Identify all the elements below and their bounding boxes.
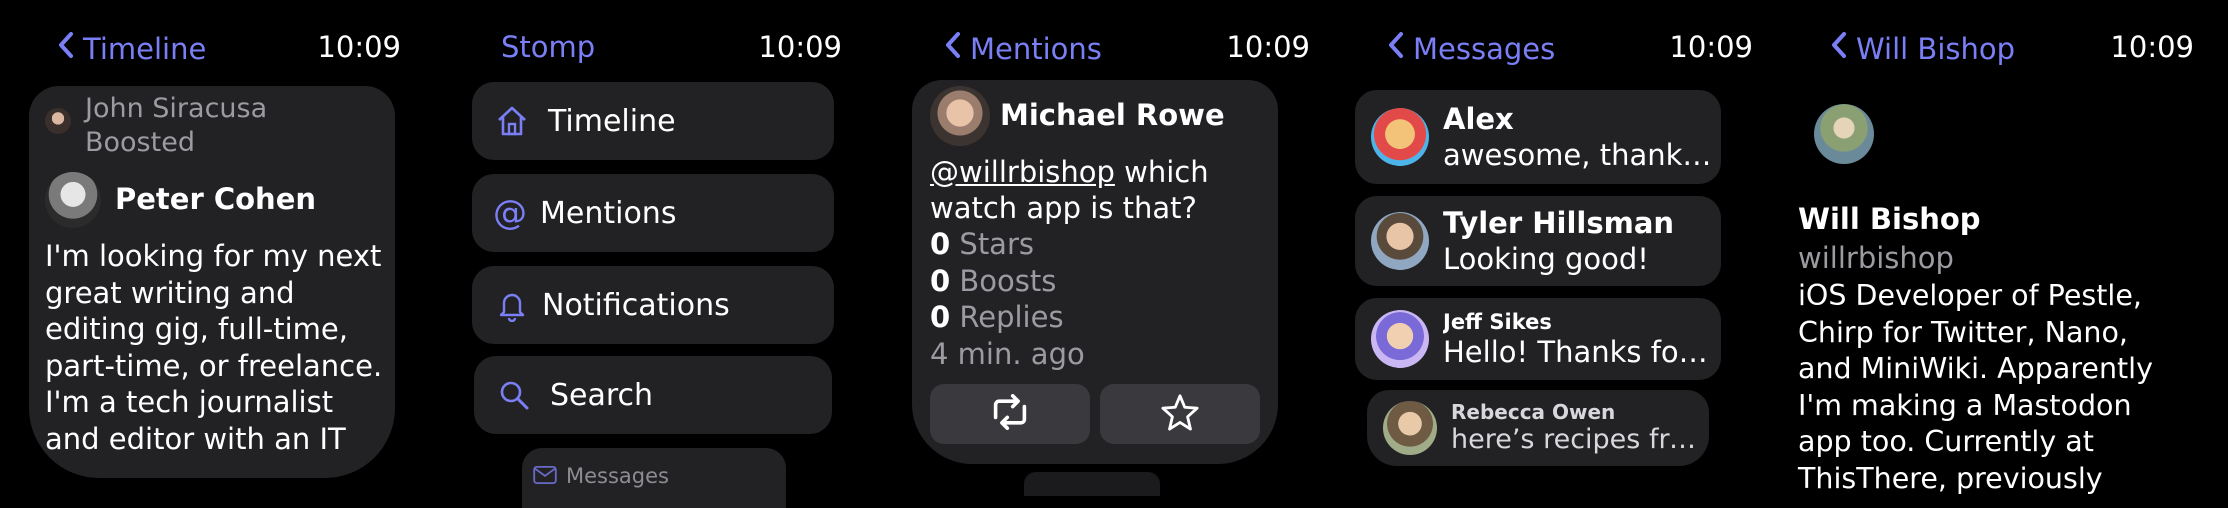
post-stats: 0 Stars 0 Boosts 0 Replies 4 min. ago [930, 226, 1085, 372]
menu-screen: Stomp 10:09 Timeline @ Mentions Notifica… [442, 0, 842, 508]
menu-item-label: Notifications [542, 287, 730, 323]
mentions-screen: Mentions 10:09 Michael Rowe @willrbishop… [912, 0, 1312, 496]
thread-name: Rebecca Owen [1451, 400, 1616, 424]
star-icon [1161, 393, 1199, 435]
status-bar: Messages 10:09 [1355, 30, 1755, 76]
status-bar: Will Bishop 10:09 [1798, 30, 2218, 76]
house-icon [490, 99, 534, 143]
display-name: Will Bishop [1798, 202, 1981, 236]
menu-item-label: Search [550, 377, 654, 413]
chevron-left-icon [942, 30, 964, 67]
clock: 10:09 [317, 30, 401, 64]
status-bar: Stomp 10:09 [442, 30, 842, 76]
replies-label: Replies [959, 300, 1064, 334]
boosts-count: 0 [930, 263, 951, 298]
avatar [1371, 212, 1429, 270]
replies-count: 0 [930, 300, 951, 334]
thread-snippet: Hello! Thanks for... [1443, 335, 1713, 369]
boosted-label: Boosted [85, 127, 195, 158]
menu-item-label: Mentions [540, 195, 677, 231]
envelope-icon [532, 464, 558, 486]
avatar [1383, 401, 1437, 455]
menu-item-mentions[interactable]: @ Mentions [472, 174, 834, 252]
message-thread[interactable]: Tyler Hillsman Looking good! [1355, 196, 1721, 286]
back-label: Mentions [970, 31, 1102, 66]
profile-bio: iOS Developer of Pestle, Chirp for Twitt… [1798, 279, 2153, 495]
stars-count: 0 [930, 227, 951, 261]
thread-name: Alex [1443, 102, 1514, 136]
message-thread[interactable]: Alex awesome, thanks for... [1355, 90, 1721, 184]
magnifier-icon [492, 373, 536, 417]
profile-screen: Will Bishop 10:09 Will Bishop willrbisho… [1798, 0, 2218, 496]
menu-item-label: Timeline [548, 103, 676, 139]
post-card[interactable]: Michael Rowe @willrbishop which watch ap… [912, 80, 1278, 464]
next-post-peek [1024, 472, 1160, 496]
avatar [1371, 310, 1429, 368]
post-card[interactable]: John Siracusa Boosted Peter Cohen I'm lo… [29, 86, 395, 478]
app-title: Stomp [501, 30, 596, 64]
status-bar: Timeline 10:09 [35, 30, 435, 76]
author-name: Peter Cohen [115, 182, 317, 216]
author-avatar [45, 172, 101, 228]
avatar [1371, 108, 1429, 166]
chevron-left-icon [55, 30, 77, 67]
clock: 10:09 [2110, 30, 2194, 64]
clock: 10:09 [1226, 30, 1310, 64]
message-thread[interactable]: Jeff Sikes Hello! Thanks for... [1355, 298, 1721, 380]
clock: 10:09 [758, 30, 842, 64]
post-body: I'm looking for my next great writing an… [45, 239, 383, 456]
chevron-left-icon [1828, 30, 1850, 67]
thread-name: Jeff Sikes [1443, 310, 1552, 334]
boosts-label: Boosts [959, 263, 1057, 298]
back-button[interactable]: Timeline [55, 30, 206, 67]
author-avatar [930, 86, 990, 146]
star-button[interactable] [1100, 384, 1260, 444]
repost-icon [988, 394, 1032, 434]
bell-icon [490, 283, 534, 327]
back-button[interactable]: Mentions [942, 30, 1102, 67]
timeline-screen: Timeline 10:09 John Siracusa Boosted Pet… [29, 0, 435, 496]
back-label: Will Bishop [1856, 31, 2016, 66]
menu-item-search[interactable]: Search [474, 356, 832, 434]
booster-name: John Siracusa [85, 93, 268, 124]
boost-button[interactable] [930, 384, 1090, 444]
back-label: Messages [1413, 31, 1556, 66]
clock: 10:09 [1669, 30, 1753, 64]
menu-item-label: Messages [566, 464, 669, 488]
chevron-left-icon [1385, 30, 1407, 67]
menu-item-timeline[interactable]: Timeline [472, 82, 834, 160]
back-button[interactable]: Messages [1385, 30, 1555, 67]
thread-snippet: Looking good! [1443, 242, 1649, 276]
menu-item-messages[interactable]: Messages [522, 448, 786, 508]
back-button[interactable]: Will Bishop [1828, 30, 2015, 67]
stars-label: Stars [959, 227, 1034, 261]
booster-avatar [45, 108, 71, 134]
back-label: Timeline [83, 31, 207, 66]
at-icon: @ [493, 193, 527, 233]
menu-item-notifications[interactable]: Notifications [472, 266, 834, 344]
status-bar: Mentions 10:09 [912, 30, 1312, 76]
handle: willrbishop [1798, 241, 1954, 275]
post-age: 4 min. ago [930, 336, 1085, 371]
message-thread[interactable]: Rebecca Owen here’s recipes from... [1367, 390, 1709, 466]
messages-screen: Messages 10:09 Alex awesome, thanks for.… [1355, 0, 1755, 496]
thread-name: Tyler Hillsman [1443, 206, 1675, 240]
author-name: Michael Rowe [1000, 98, 1225, 132]
thread-snippet: awesome, thanks for... [1443, 138, 1713, 172]
profile-avatar [1814, 104, 1874, 164]
thread-snippet: here’s recipes from... [1451, 424, 1703, 455]
mention-link[interactable]: @willrbishop [930, 155, 1115, 189]
post-body: @willrbishop which watch app is that? [930, 154, 1264, 226]
